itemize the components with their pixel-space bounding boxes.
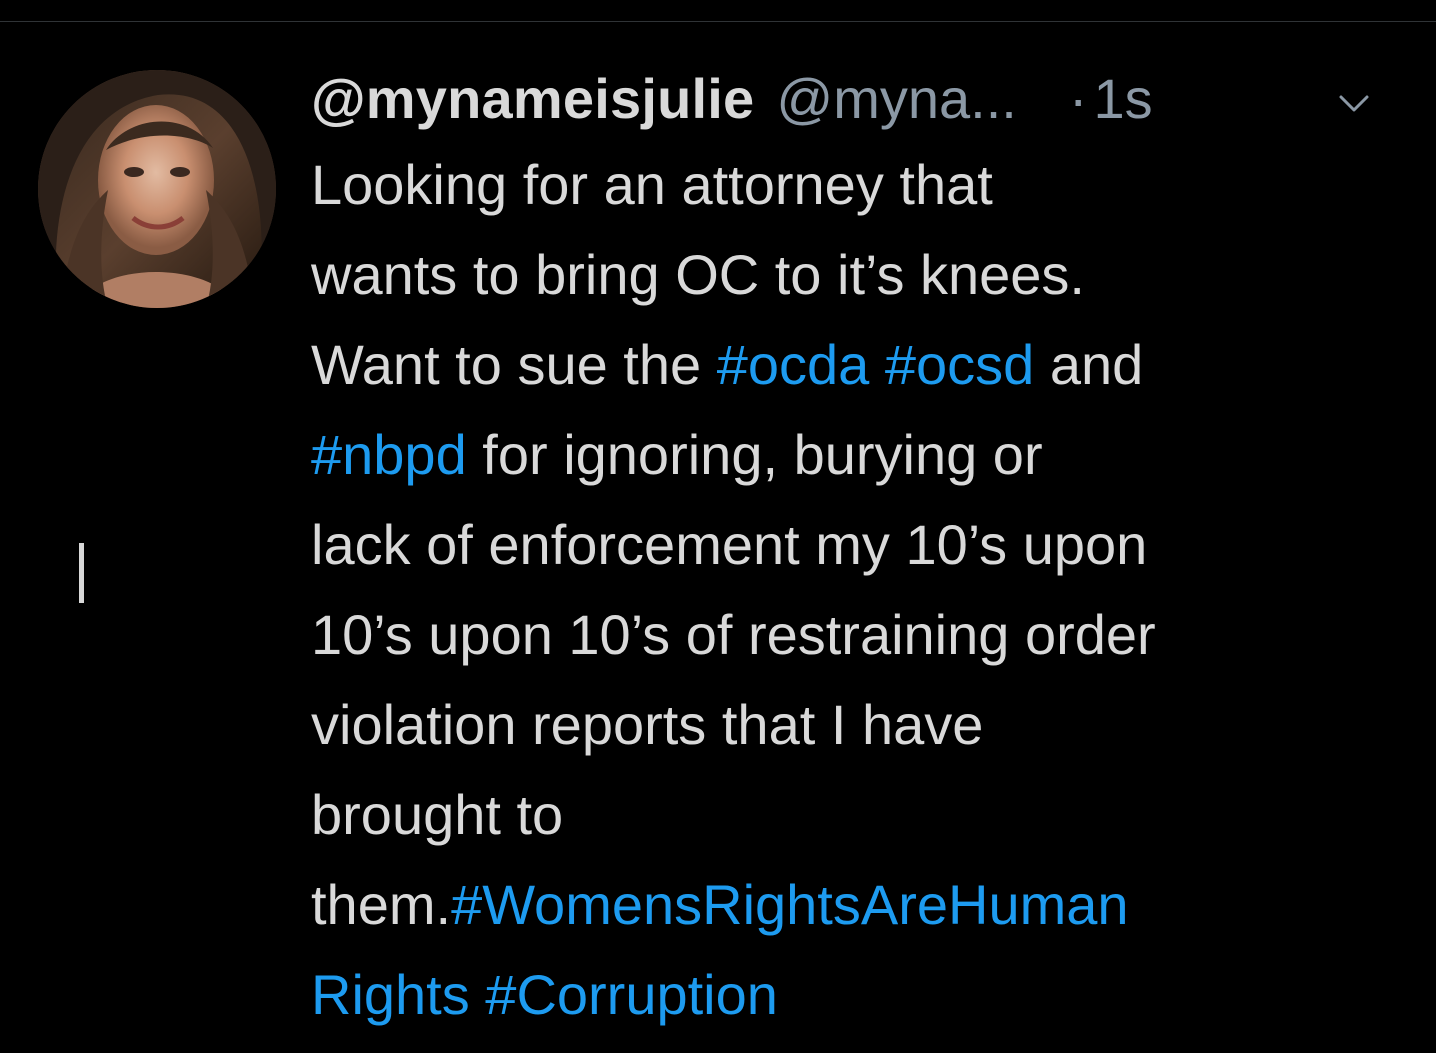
tweet-line: violation reports that I have — [311, 680, 1411, 770]
avatar[interactable] — [38, 70, 276, 308]
hashtag-link[interactable]: #WomensRightsAreHuman — [451, 873, 1128, 936]
tweet-text-segment: lack of enforcement my 10’s upon — [311, 513, 1148, 576]
tweet-text: Looking for an attorney that wants to br… — [311, 140, 1411, 1040]
separator-dot: · — [1068, 67, 1088, 130]
tweet-line: lack of enforcement my 10’s upon — [311, 500, 1411, 590]
avatar-image — [38, 70, 276, 308]
tweet-line: Looking for an attorney that — [311, 140, 1411, 230]
tweet-line: 10’s upon 10’s of restraining order — [311, 590, 1411, 680]
tweet-line: Rights #Corruption — [311, 950, 1411, 1040]
hashtag-link[interactable]: #ocsd — [885, 333, 1034, 396]
hashtag-link[interactable]: Rights — [311, 963, 470, 1026]
timestamp[interactable]: 1s — [1094, 66, 1153, 131]
tweet-header: @mynameisjulie @myna... · 1s — [311, 66, 1411, 142]
hashtag-link[interactable]: #ocda — [717, 333, 870, 396]
tweet-text-segment: wants to bring OC to it’s knees. — [311, 243, 1085, 306]
tweet-text-segment — [470, 963, 486, 1026]
scroll-marker[interactable] — [79, 543, 84, 603]
tweet-line: wants to bring OC to it’s knees. — [311, 230, 1411, 320]
tweet-line: brought to — [311, 770, 1411, 860]
tweet-text-segment: violation reports that I have — [311, 693, 984, 756]
tweet-line: them.#WomensRightsAreHuman — [311, 860, 1411, 950]
chevron-down-icon[interactable] — [1336, 92, 1372, 116]
tweet-text-segment — [869, 333, 885, 396]
tweet-screen: @mynameisjulie @myna... · 1s Looking for… — [0, 0, 1436, 1053]
hashtag-link[interactable]: #nbpd — [311, 423, 467, 486]
tweet-text-segment: and — [1034, 333, 1144, 396]
tweet-text-segment: brought to — [311, 783, 564, 846]
tweet-text-segment: Looking for an attorney that — [311, 153, 993, 216]
tweet-text-segment: for ignoring, burying or — [466, 423, 1043, 486]
tweet-line: #nbpd for ignoring, burying or — [311, 410, 1411, 500]
user-handle[interactable]: @myna... — [776, 66, 1016, 131]
display-name[interactable]: @mynameisjulie — [311, 66, 754, 131]
top-divider — [0, 21, 1436, 22]
tweet-text-segment: Want to sue the — [311, 333, 717, 396]
tweet[interactable]: @mynameisjulie @myna... · 1s Looking for… — [311, 66, 1411, 1040]
tweet-text-segment: 10’s upon 10’s of restraining order — [311, 603, 1156, 666]
tweet-text-segment: them. — [311, 873, 452, 936]
hashtag-link[interactable]: #Corruption — [485, 963, 778, 1026]
tweet-line: Want to sue the #ocda #ocsd and — [311, 320, 1411, 410]
